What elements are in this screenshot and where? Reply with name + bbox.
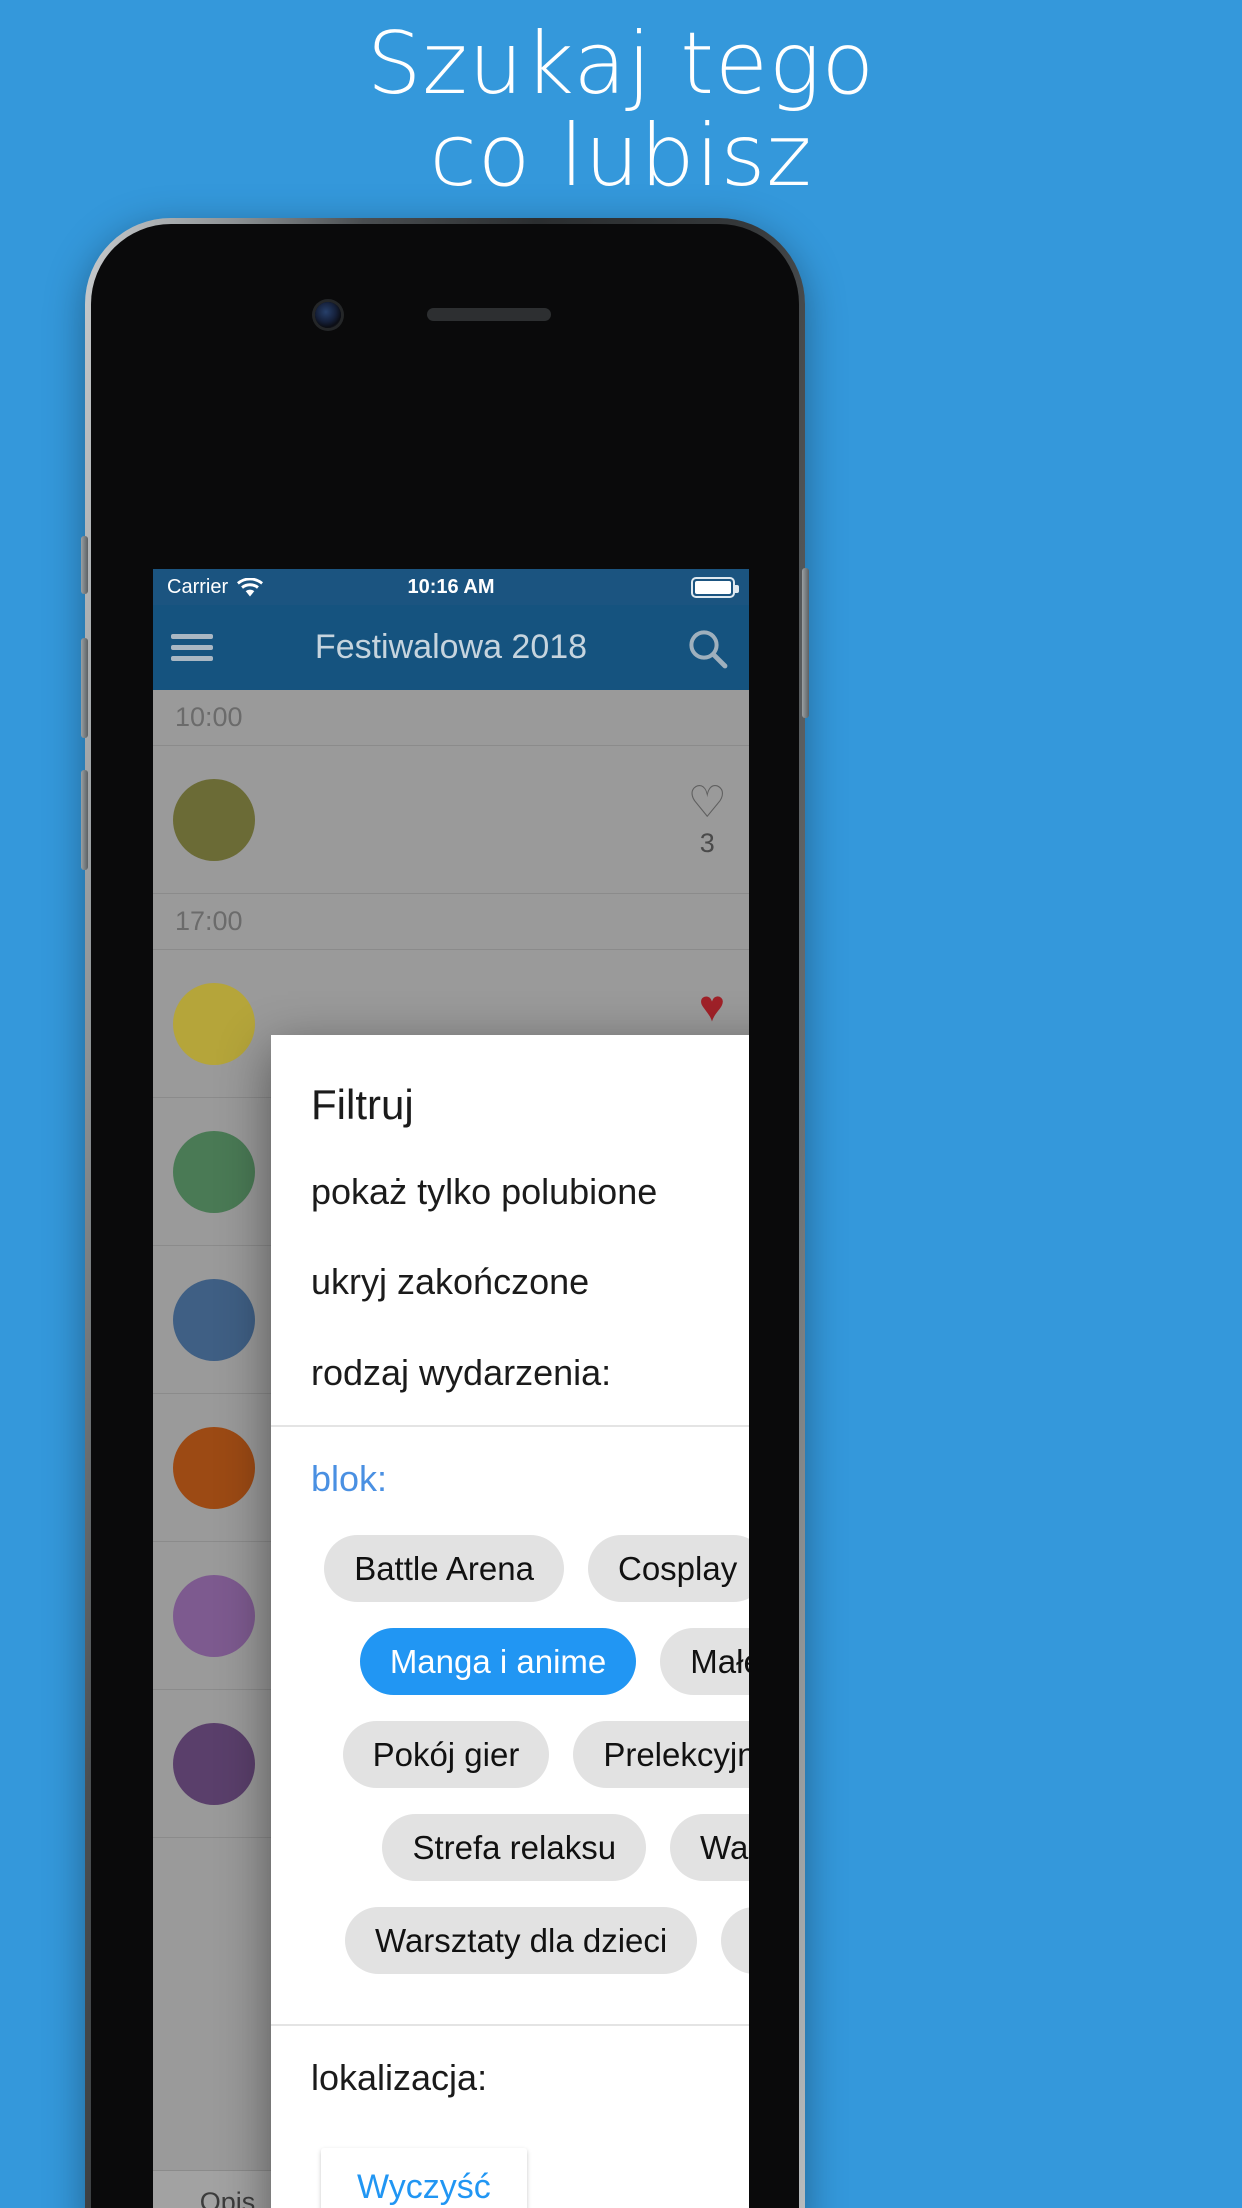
- promo-headline: Szukaj tego co lubisz: [0, 18, 1242, 202]
- chip-cosplay[interactable]: Cosplay: [587, 1535, 749, 1602]
- chip-strefa-relaksu[interactable]: Strefa relaksu: [382, 1814, 647, 1881]
- chip-prelekcyjna[interactable]: Prelekcyjna: [573, 1721, 749, 1788]
- chip-row: Manga i anime Małe inicjatywy: [297, 1628, 749, 1695]
- filter-section-location[interactable]: lokalizacja:: [271, 2032, 749, 2124]
- headline-line-1: Szukaj tego: [366, 14, 876, 114]
- list-item[interactable]: ♡ 3: [153, 746, 749, 894]
- section-divider: [271, 1425, 749, 1427]
- chip-row: Pokój gier Prelekcyjna RPG: [297, 1721, 749, 1788]
- phone-screen: Carrier 10:16 AM Festiwalowa 2018 10:00 …: [153, 569, 749, 2208]
- search-icon[interactable]: [683, 624, 731, 672]
- atom-icon: [173, 1426, 255, 1509]
- heart-outline-icon[interactable]: ♡: [688, 780, 727, 825]
- status-bar-right: [691, 576, 739, 598]
- phone-mute-switch: [81, 536, 88, 594]
- filter-option-hide-finished[interactable]: ukryj zakończone: [271, 1237, 749, 1327]
- phone-volume-down-button: [81, 770, 88, 870]
- compass-icon: [173, 1130, 255, 1213]
- chip-row: Strefa relaksu Warsztatowa: [297, 1814, 749, 1881]
- masks-icon: [173, 1278, 255, 1361]
- filter-section-label: blok:: [311, 1458, 388, 1499]
- time-separator: 17:00: [153, 894, 749, 950]
- favorite-control[interactable]: ♡ 3: [688, 746, 727, 893]
- page-title: Festiwalowa 2018: [314, 628, 588, 666]
- phone-volume-up-button: [81, 638, 88, 738]
- chip-warsztatowa[interactable]: Warsztatowa: [670, 1814, 749, 1881]
- filter-option-label: pokaż tylko polubione: [311, 1171, 658, 1212]
- clear-button[interactable]: Wyczyść: [321, 2148, 527, 2208]
- phone-power-button: [802, 568, 809, 718]
- heart-filled-icon[interactable]: ♥: [699, 984, 725, 1029]
- status-bar: Carrier 10:16 AM: [153, 569, 749, 605]
- filter-section-label: rodzaj wydarzenia:: [311, 1352, 612, 1393]
- chip-row: Warsztaty dla dzieci Wystawowa: [297, 1907, 749, 1974]
- chip-pokoj-gier[interactable]: Pokój gier: [342, 1721, 550, 1788]
- earpiece-speaker: [427, 308, 551, 321]
- filter-section-label: lokalizacja:: [311, 2057, 488, 2098]
- chip-battle-arena[interactable]: Battle Arena: [324, 1535, 564, 1602]
- battery-full-icon: [691, 576, 739, 598]
- favorite-count: 3: [699, 827, 715, 858]
- dialog-actions: Wyczyść Zastosuj: [271, 2124, 749, 2208]
- chat-icon: [173, 982, 255, 1065]
- chip-male-inicjatywy[interactable]: Małe inicjatywy: [660, 1628, 749, 1695]
- filter-option-label: ukryj zakończone: [311, 1261, 590, 1302]
- dialog-title: Filtruj: [311, 1081, 414, 1128]
- filter-option-show-favourites[interactable]: pokaż tylko polubione: [271, 1147, 749, 1237]
- chip-manga-i-anime[interactable]: Manga i anime: [359, 1628, 637, 1695]
- time-separator: 10:00: [153, 690, 749, 746]
- front-camera-icon: [315, 302, 341, 328]
- app-toolbar: Festiwalowa 2018: [153, 605, 749, 690]
- circle-icon: [173, 1722, 255, 1805]
- status-bar-left: Carrier: [167, 575, 264, 599]
- filter-dialog: Filtruj pokaż tylko polubione ukryj zako…: [271, 1035, 749, 2208]
- phone-body: Carrier 10:16 AM Festiwalowa 2018 10:00 …: [91, 224, 799, 2208]
- person-icon: [173, 778, 255, 861]
- chip-row: Battle Arena Cosplay Larpowa: [297, 1535, 749, 1602]
- chip-wystawowa[interactable]: Wystawowa: [721, 1907, 749, 1974]
- headline-line-2: co lubisz: [429, 106, 813, 207]
- wifi-icon: [237, 577, 264, 596]
- phone-mockup: Carrier 10:16 AM Festiwalowa 2018 10:00 …: [81, 218, 809, 2208]
- carrier-label: Carrier: [167, 575, 229, 598]
- block-chip-group: Battle Arena Cosplay Larpowa Manga i ani…: [271, 1525, 749, 2018]
- section-divider: [271, 2024, 749, 2026]
- filter-section-block[interactable]: blok:: [271, 1433, 749, 1525]
- filter-section-event-type[interactable]: rodzaj wydarzenia:: [271, 1327, 749, 1419]
- hamburger-menu-icon[interactable]: [171, 628, 213, 667]
- people-icon: [173, 1574, 255, 1657]
- chip-warsztaty-dla-dzieci[interactable]: Warsztaty dla dzieci: [345, 1907, 698, 1974]
